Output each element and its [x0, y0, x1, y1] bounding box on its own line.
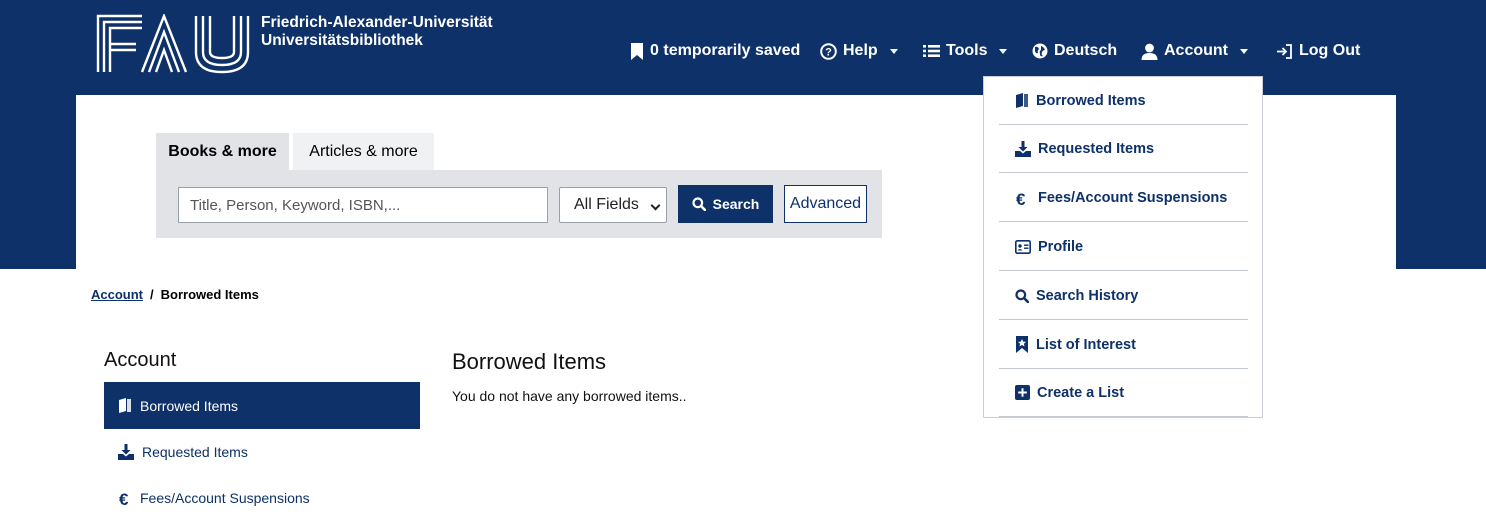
saved-count: 0: [650, 42, 659, 59]
help-menu[interactable]: ? Help: [820, 42, 898, 60]
book-icon: [1016, 92, 1028, 108]
university-name: Friedrich-Alexander-Universität Universi…: [261, 14, 493, 50]
list-icon: [923, 45, 940, 57]
chevron-down-icon: [889, 48, 898, 54]
search-field-value: All Fields: [574, 196, 639, 213]
menu-item-label: Fees/Account Suspensions: [1038, 189, 1228, 206]
sidebar-item-borrowed-items[interactable]: Borrowed Items: [104, 382, 420, 429]
user-icon: [1141, 43, 1158, 60]
sidebar-title: Account: [104, 349, 177, 371]
search-icon: [692, 197, 706, 211]
chevron-down-icon: [999, 48, 1008, 54]
tools-label: Tools: [946, 42, 988, 59]
svg-text:?: ?: [825, 46, 832, 58]
id-card-icon: [1015, 239, 1031, 254]
chevron-down-icon: [1240, 48, 1248, 54]
account-label: Account: [1164, 42, 1228, 59]
menu-item-create-list[interactable]: Create a List: [999, 369, 1248, 417]
euro-icon: €: [119, 490, 129, 506]
menu-item-requested-items[interactable]: Requested Items: [999, 125, 1248, 173]
page-title: Borrowed Items: [452, 349, 607, 374]
search-button[interactable]: Search: [678, 185, 773, 223]
search-icon: [1015, 288, 1029, 303]
sidebar-item-fees[interactable]: € Fees/Account Suspensions: [104, 474, 420, 521]
sign-out-icon: [1277, 43, 1292, 59]
breadcrumb: Account / Borrowed Items: [91, 287, 259, 302]
menu-item-borrowed-items[interactable]: Borrowed Items: [999, 77, 1248, 125]
account-dropdown-menu: Borrowed Items Requested Items € Fees/Ac…: [983, 76, 1263, 418]
university-line2: Universitätsbibliothek: [261, 32, 423, 49]
menu-item-label: List of Interest: [1036, 336, 1136, 353]
language-label: Deutsch: [1054, 42, 1118, 59]
book-icon: [119, 397, 131, 413]
chevron-down-icon: [650, 200, 661, 211]
question-circle-icon: ?: [820, 42, 837, 60]
euro-icon: €: [1016, 190, 1026, 206]
menu-item-list-of-interest[interactable]: List of Interest: [999, 321, 1248, 369]
menu-item-label: Search History: [1036, 287, 1139, 304]
sidebar-item-label: Requested Items: [142, 443, 248, 460]
tools-menu[interactable]: Tools: [923, 42, 1008, 60]
breadcrumb-current: Borrowed Items: [160, 287, 259, 302]
search-field-select[interactable]: All Fields: [559, 187, 667, 223]
language-switch[interactable]: Deutsch: [1032, 42, 1117, 60]
sidebar-item-label: Borrowed Items: [140, 397, 239, 414]
fau-logo[interactable]: [96, 14, 252, 76]
temporarily-saved-link[interactable]: 0 temporarily saved: [630, 42, 800, 60]
globe-icon: [1032, 43, 1048, 59]
logout-link[interactable]: Log Out: [1276, 42, 1360, 60]
menu-item-profile[interactable]: Profile: [999, 223, 1248, 271]
breadcrumb-separator: /: [150, 287, 154, 302]
svg-text:€: €: [1016, 190, 1026, 206]
saved-label: temporarily saved: [663, 42, 801, 59]
bookmark-icon: [631, 42, 643, 60]
tab-books-and-more[interactable]: Books & more: [156, 133, 289, 170]
university-line1: Friedrich-Alexander-Universität: [261, 14, 493, 31]
search-button-label: Search: [712, 196, 760, 212]
download-tray-icon: [1015, 140, 1031, 157]
fau-logo-mark: [96, 14, 250, 74]
menu-item-fees[interactable]: € Fees/Account Suspensions: [999, 174, 1248, 222]
account-menu-toggle[interactable]: Account: [1141, 42, 1248, 60]
menu-item-label: Requested Items: [1038, 140, 1155, 157]
menu-item-search-history[interactable]: Search History: [999, 272, 1248, 320]
svg-text:€: €: [119, 490, 129, 506]
menu-item-label: Profile: [1038, 238, 1084, 255]
download-tray-icon: [118, 443, 134, 460]
bookmark-icon: [1016, 336, 1028, 353]
advanced-search-button[interactable]: Advanced: [784, 185, 867, 223]
sidebar-item-label: Fees/Account Suspensions: [140, 489, 310, 506]
logout-label: Log Out: [1299, 42, 1361, 59]
sidebar-item-requested-items[interactable]: Requested Items: [104, 428, 420, 475]
tab-articles-and-more[interactable]: Articles & more: [293, 133, 434, 170]
plus-square-icon: [1015, 385, 1030, 400]
search-input[interactable]: [178, 187, 548, 223]
help-label: Help: [843, 42, 878, 59]
breadcrumb-account-link[interactable]: Account: [91, 287, 143, 302]
menu-item-label: Create a List: [1037, 384, 1125, 401]
menu-item-label: Borrowed Items: [1036, 92, 1146, 109]
empty-message: You do not have any borrowed items..: [452, 388, 687, 404]
